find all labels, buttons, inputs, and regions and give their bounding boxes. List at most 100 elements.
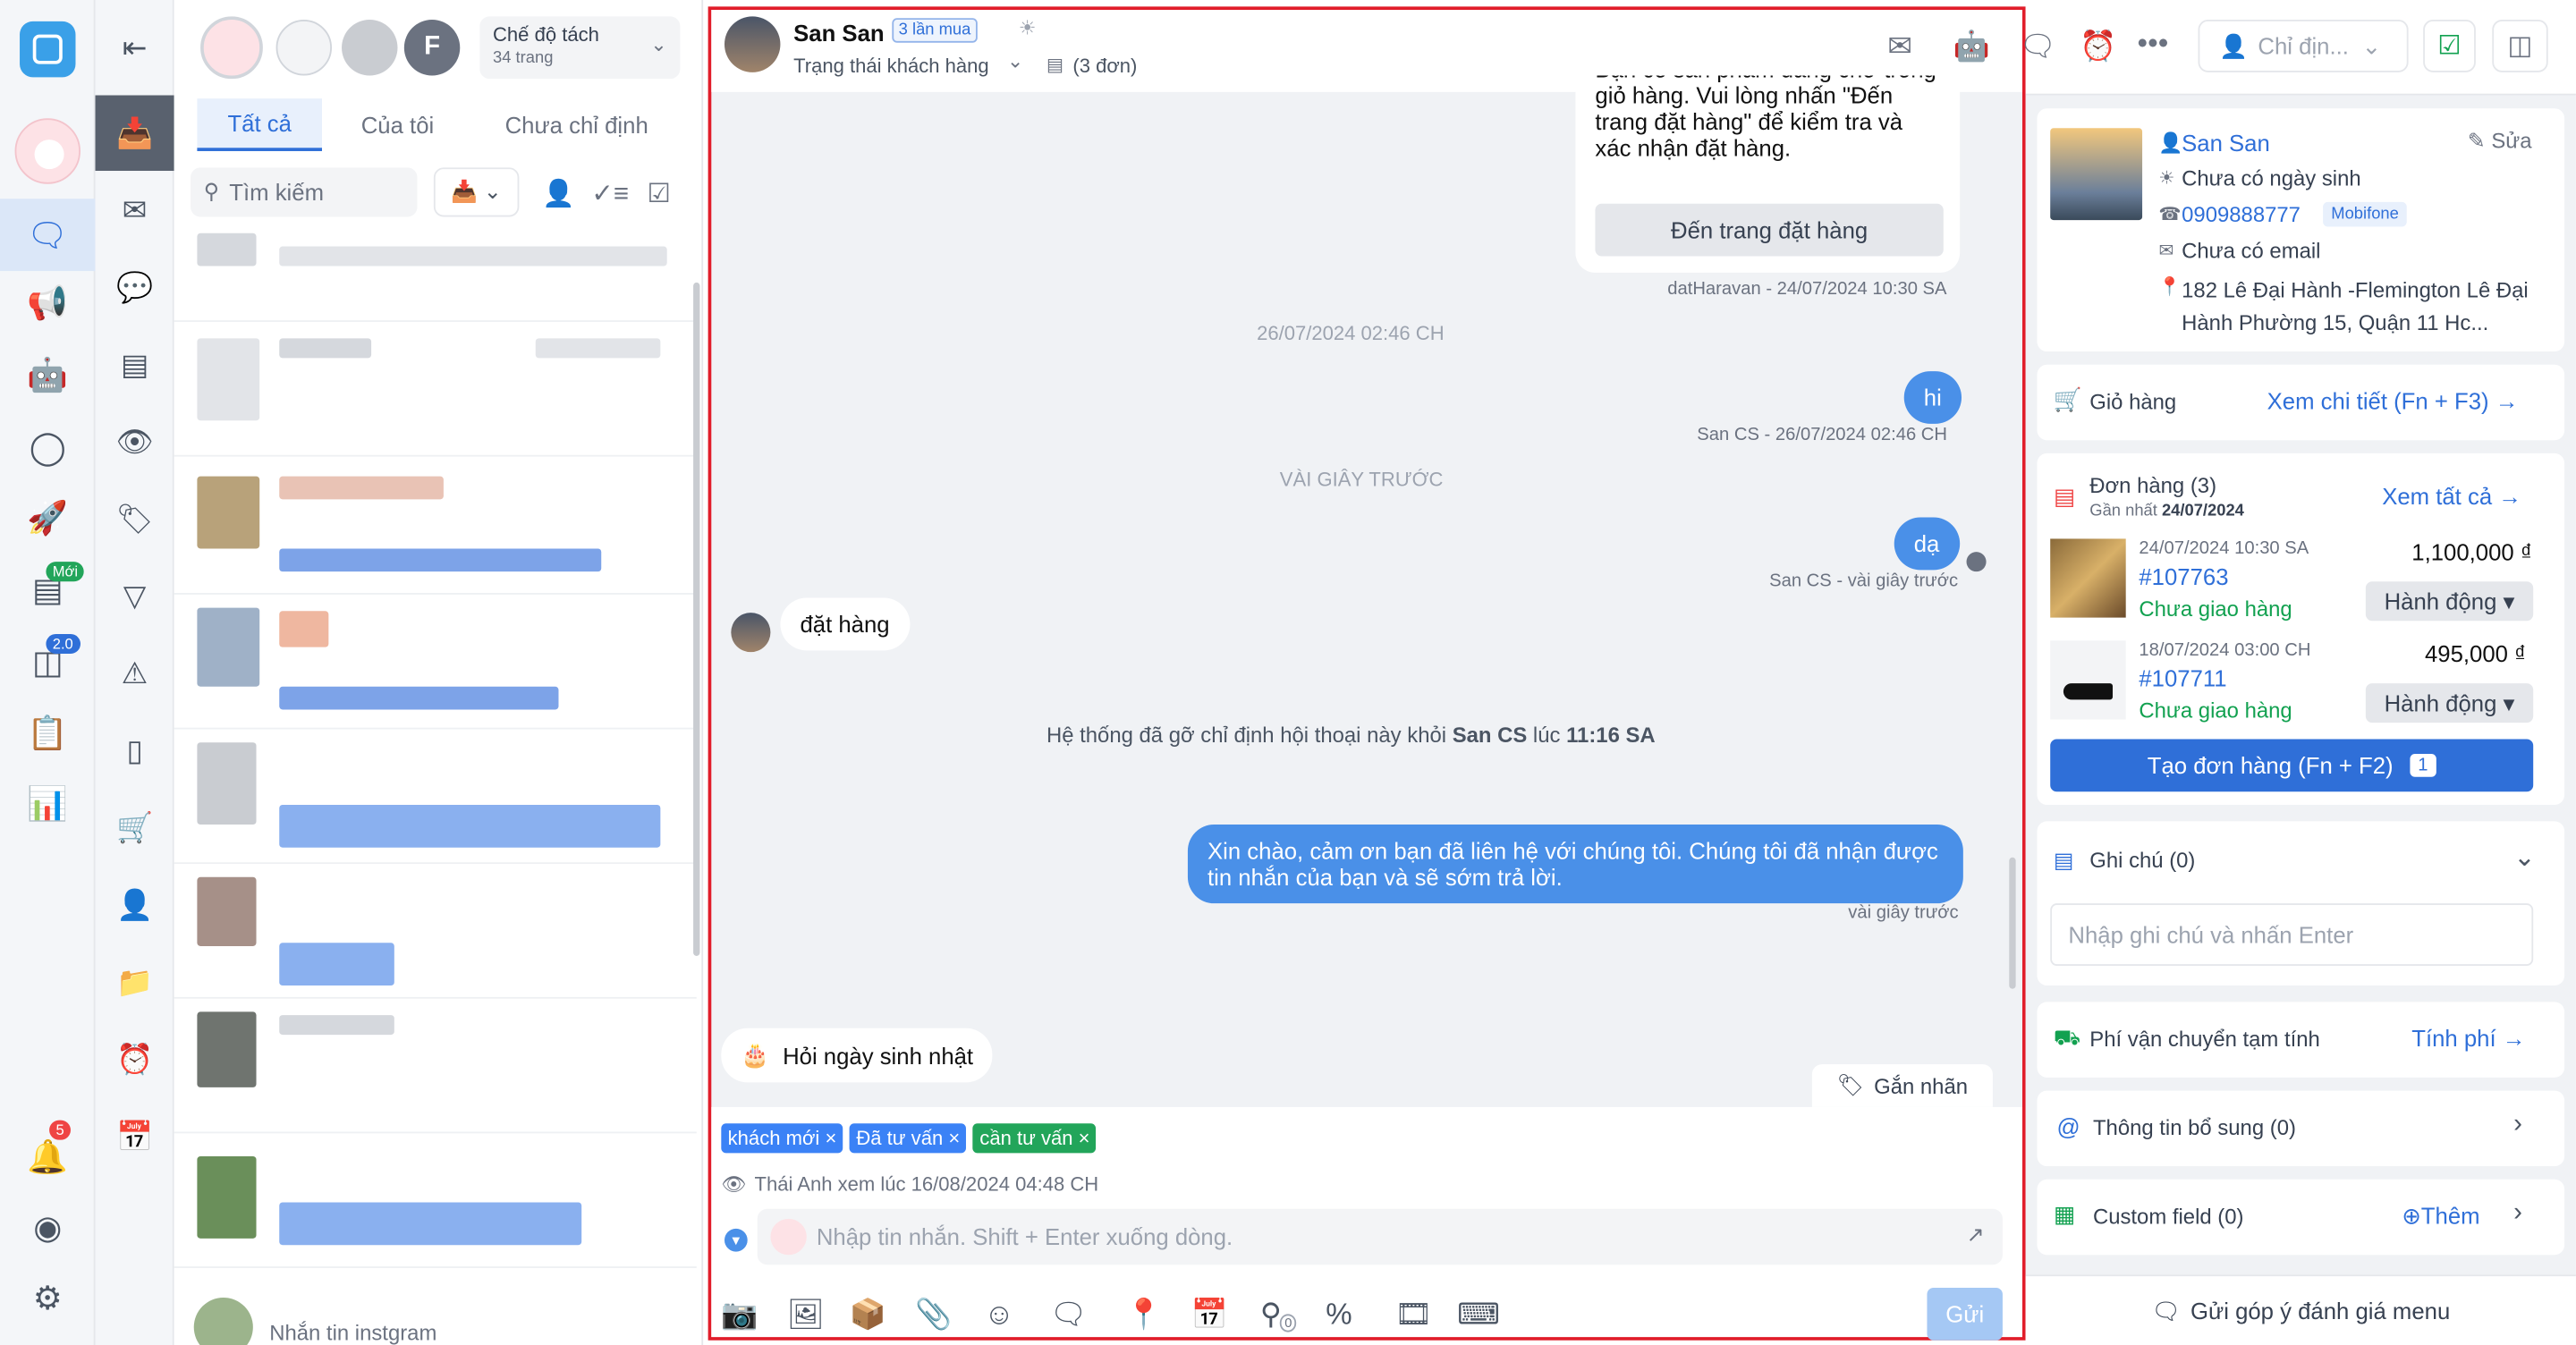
alarm-icon[interactable]: ⏰ [110,1035,159,1084]
film-icon[interactable]: 🎞 [1394,1298,1432,1332]
phone-icon[interactable]: ▯ [110,726,159,775]
extra-info-card[interactable]: @ Thông tin bổ sung (0) › [2037,1090,2565,1167]
page-avatar-1[interactable] [200,16,263,80]
mail-icon[interactable]: ✉ [110,186,159,235]
send-button[interactable]: Gửi [1927,1287,2003,1341]
list-item[interactable] [174,230,697,322]
list-item[interactable] [174,1002,697,1134]
customer-photo[interactable] [2050,128,2143,221]
user-avatar[interactable] [14,118,80,184]
custom-field-card[interactable]: ▦ Custom field (0) ⊕Thêm › [2037,1179,2565,1256]
product-icon[interactable]: 📦 [850,1298,886,1332]
tab-unassigned[interactable]: Chưa chỉ định [477,98,677,151]
order-code[interactable]: #107763 [2139,563,2228,589]
tab-mine[interactable]: Của tôi [332,98,463,151]
bot-icon[interactable]: 🤖 [1953,30,1990,64]
chat-scrollbar[interactable] [2009,857,2016,989]
alert-message-icon[interactable]: ⚠ [110,648,159,698]
page-avatar-3[interactable] [342,20,398,76]
go-to-order-page-button[interactable]: Đến trang đặt hàng [1595,203,1944,257]
page-mode-select[interactable]: Chế độ tách 34 trang ⌄ [479,16,681,80]
birthday-suggestion[interactable]: 🎂 Hỏi ngày sinh nhật [721,1028,994,1083]
search-box[interactable]: ⚲ Tìm kiếm [191,167,418,217]
customer-status-select[interactable]: Trạng thái khách hàng [793,55,989,78]
list-item[interactable] [174,326,697,457]
chevron-down-icon[interactable]: ⌄ [2513,841,2536,874]
list-scrollbar[interactable] [693,282,700,956]
list-item[interactable]: Nhắn tin instgram [174,1272,697,1345]
order-row[interactable]: 18/07/2024 03:00 CH #107711 Chưa giao hà… [2050,638,2551,733]
note-icon[interactable]: 🗨 [2019,30,2056,64]
close-icon[interactable]: × [825,1127,836,1150]
quick-reply-icon[interactable]: 🗨 [1050,1298,1088,1332]
mark-done-icon[interactable]: ☑ [648,177,671,210]
list-item[interactable] [174,1137,697,1268]
calendar-icon[interactable]: 📅 [110,1112,159,1161]
page-avatar-4[interactable]: F [403,20,461,76]
camera-icon[interactable]: 📷 [721,1298,758,1332]
filter-icon[interactable]: ▽ [110,571,159,621]
user-circle-icon[interactable]: ◯ [23,422,72,471]
assign-select[interactable]: 👤 Chỉ địn... ⌄ [2198,20,2409,72]
cart-icon[interactable]: 🛒 [110,803,159,852]
customer-avatar[interactable] [724,16,781,72]
rocket-icon[interactable]: 🚀 [23,493,72,542]
order-row[interactable]: 24/07/2024 10:30 SA #107763 Chưa giao hà… [2050,536,2551,631]
megaphone-icon[interactable]: 📢 [23,277,72,326]
close-icon[interactable]: × [1079,1127,1090,1150]
sender-toggle-icon[interactable]: ▼ [724,1228,748,1252]
mail-icon[interactable]: ✉ [1887,30,1912,64]
expand-icon[interactable]: ↗ [1967,1222,1985,1248]
attachment-icon[interactable]: 📎 [915,1298,952,1332]
location-icon[interactable]: 📍 [1125,1298,1162,1332]
tag-chip[interactable]: Đã tư vấn × [850,1123,967,1154]
message-input[interactable]: Nhập tin nhắn. Shift + Enter xuống dòng.… [757,1208,2003,1265]
comment-icon[interactable]: 💬 [110,263,159,312]
discount-icon[interactable]: % [1326,1298,1352,1332]
collapse-icon[interactable]: ⇤ [110,23,159,72]
bell-icon[interactable]: 🔔 [23,1131,72,1180]
more-icon[interactable]: ••• [2138,26,2169,61]
calculate-fee-link[interactable]: Tính phí → [2411,1025,2525,1051]
feedback-bar[interactable]: 🗨 Gửi góp ý đánh giá menu [2025,1274,2576,1345]
folder-icon[interactable]: 📁 [110,958,159,1007]
list-item[interactable] [174,463,697,595]
order-code[interactable]: #107711 [2139,665,2226,691]
support-icon[interactable]: ◉ [23,1202,72,1251]
order-action-select[interactable]: Hành động ▾ [2365,683,2534,723]
page-avatar-2[interactable] [275,20,333,76]
tab-all[interactable]: Tất cả [197,98,322,151]
toggle-sidebar-button[interactable]: ◫ [2492,20,2548,72]
create-order-button[interactable]: Tạo đơn hàng (Fn + F2) 1 [2050,739,2534,792]
calendar-icon[interactable]: 📅 [1191,1298,1228,1332]
edit-link[interactable]: ✎ Sửa [2468,128,2532,154]
tag-chip[interactable]: cần tư vấn × [972,1123,1097,1154]
analytics-icon[interactable]: 📊 [23,779,72,828]
app-logo[interactable] [20,21,76,78]
emoji-icon[interactable]: ☺ [984,1298,1014,1332]
eye-off-icon[interactable]: 👁 [110,418,159,467]
mark-done-button[interactable]: ☑ [2423,20,2476,72]
contact-icon[interactable]: 👤 [110,880,159,929]
list-item[interactable] [174,598,697,730]
profile-phone[interactable]: 0909888777 [2182,202,2301,227]
server-icon[interactable]: ▤ [110,340,159,389]
inbox-type-select[interactable]: 📥 ⌄ [433,167,520,217]
checklist-icon[interactable]: ✓≡ [591,177,629,210]
assign-user-icon[interactable]: 👤 [542,177,575,210]
tag-chip[interactable]: khách mới × [721,1123,843,1154]
robot-icon[interactable]: 🤖 [23,350,72,399]
order-action-select[interactable]: Hành động ▾ [2365,581,2534,622]
keyboard-icon[interactable]: ⌨ [1457,1298,1500,1332]
clipboard-icon[interactable]: 📋 [23,708,72,757]
note-input[interactable]: Nhập ghi chú và nhấn Enter [2050,903,2534,966]
cart-detail-link[interactable]: Xem chi tiết (Fn + F3) → [2267,387,2519,413]
view-all-orders-link[interactable]: Xem tất cả → [2382,483,2521,509]
image-icon[interactable]: 🖼 [787,1298,825,1332]
chat-icon[interactable]: 🗨 [0,199,96,272]
label-button[interactable]: 🏷 Gắn nhãn [1811,1064,1993,1107]
inbox-icon[interactable]: 📥 [95,95,174,172]
flow-icon[interactable]: ⚲ [1260,1298,1282,1332]
tag-icon[interactable]: 🏷 [110,495,159,544]
close-icon[interactable]: × [948,1127,960,1150]
